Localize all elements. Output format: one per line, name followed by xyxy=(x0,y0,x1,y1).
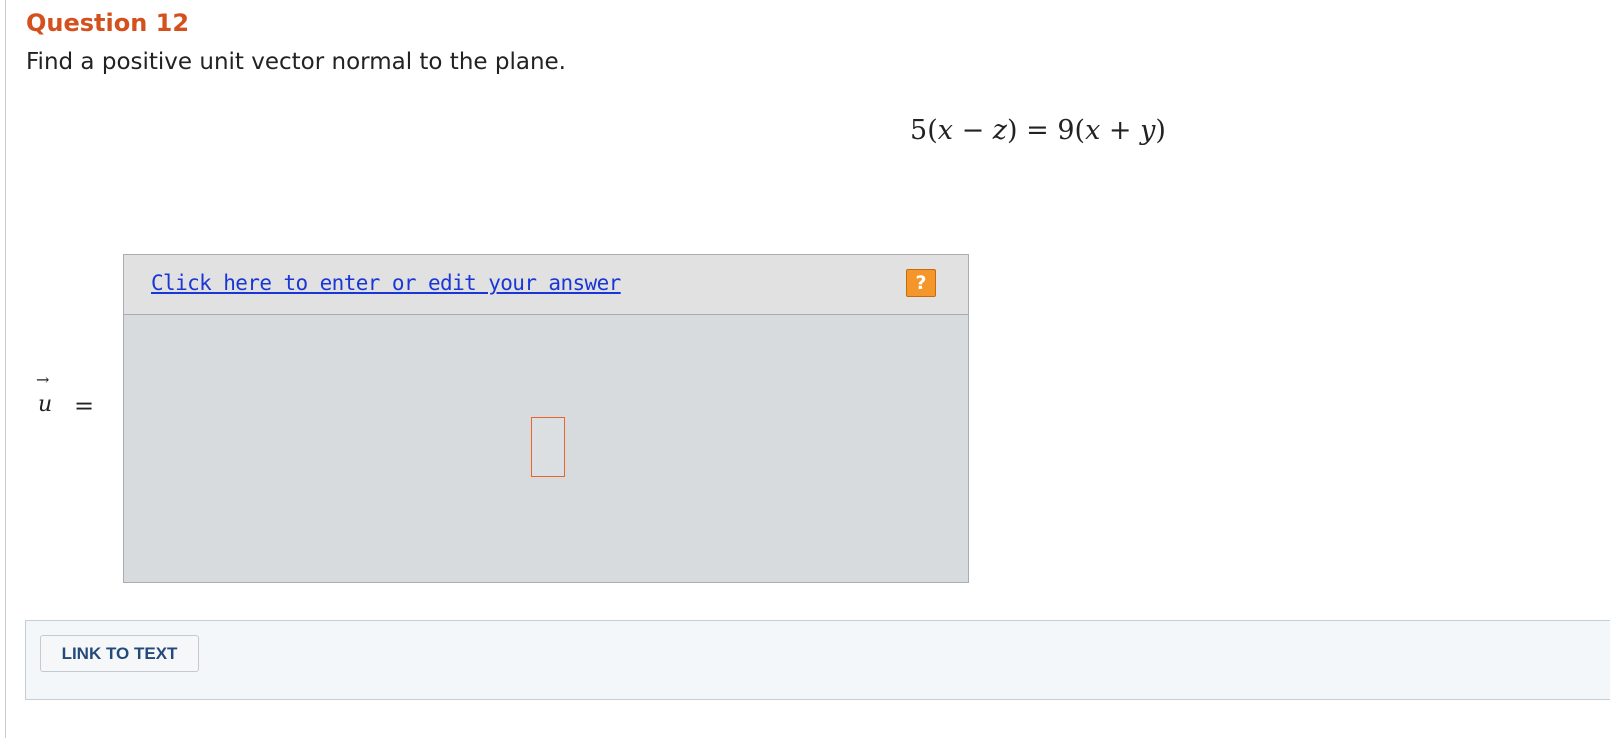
enter-answer-link[interactable]: Click here to enter or edit your answer xyxy=(151,271,621,295)
vector-symbol: u xyxy=(38,392,53,417)
answer-panel: Click here to enter or edit your answer … xyxy=(123,254,969,583)
resources-bar: LINK TO TEXT xyxy=(25,620,1610,700)
vector-equals: = xyxy=(74,392,95,420)
plane-equation: 5(x − z) = 9(x + y) xyxy=(910,115,1166,146)
equation-rhs-var-b: y xyxy=(1140,115,1156,146)
question-title: Question 12 xyxy=(26,9,190,37)
equation-lhs-op: − xyxy=(961,115,985,146)
equation-lhs-coef: 5 xyxy=(910,115,928,146)
link-to-text-button[interactable]: LINK TO TEXT xyxy=(40,635,199,672)
equation-rhs-var-a: x xyxy=(1085,115,1101,146)
vector-arrow-icon: → xyxy=(36,370,50,389)
equation-equals: = xyxy=(1026,115,1049,146)
question-prompt: Find a positive unit vector normal to th… xyxy=(26,49,566,75)
equation-rhs-coef: 9 xyxy=(1057,115,1075,146)
equation-rhs-op: + xyxy=(1108,115,1132,146)
left-border-rule xyxy=(5,0,6,738)
help-icon[interactable]: ? xyxy=(906,269,936,297)
equation-lhs-var-a: x xyxy=(937,115,953,146)
answer-panel-header: Click here to enter or edit your answer … xyxy=(124,255,968,315)
equation-lhs-var-b: z xyxy=(992,115,1008,146)
answer-input-placeholder[interactable] xyxy=(531,417,565,477)
